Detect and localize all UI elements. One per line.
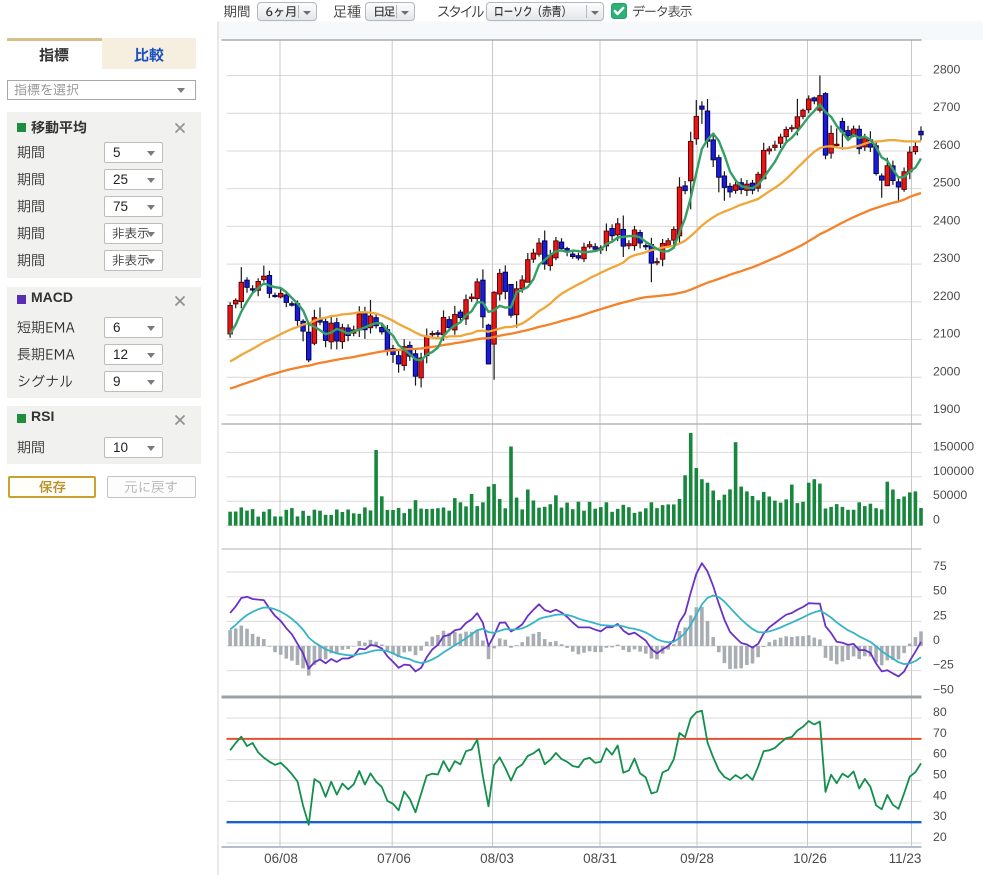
svg-text:−25: −25 <box>933 658 954 672</box>
svg-text:06/08: 06/08 <box>264 851 298 866</box>
svg-text:70: 70 <box>933 726 947 740</box>
svg-text:50: 50 <box>933 584 947 598</box>
svg-text:08/03: 08/03 <box>480 851 514 866</box>
svg-text:2800: 2800 <box>933 63 961 77</box>
svg-text:0: 0 <box>933 513 940 527</box>
svg-text:60: 60 <box>933 747 947 761</box>
svg-text:10/26: 10/26 <box>793 851 827 866</box>
svg-text:30: 30 <box>933 809 947 823</box>
svg-text:2700: 2700 <box>933 100 961 114</box>
svg-text:09/28: 09/28 <box>680 851 714 866</box>
svg-text:2500: 2500 <box>933 176 961 190</box>
svg-text:2400: 2400 <box>933 213 961 227</box>
svg-text:2200: 2200 <box>933 289 961 303</box>
svg-text:−50: −50 <box>933 682 954 696</box>
svg-text:40: 40 <box>933 788 947 802</box>
svg-text:25: 25 <box>933 608 947 622</box>
svg-text:08/31: 08/31 <box>583 851 617 866</box>
svg-text:75: 75 <box>933 559 947 573</box>
svg-text:50: 50 <box>933 768 947 782</box>
svg-text:100000: 100000 <box>933 464 974 478</box>
svg-text:150000: 150000 <box>933 439 974 453</box>
svg-text:0: 0 <box>933 633 940 647</box>
svg-text:07/06: 07/06 <box>377 851 411 866</box>
svg-text:50000: 50000 <box>933 488 967 502</box>
svg-text:11/23: 11/23 <box>889 851 922 866</box>
svg-text:2000: 2000 <box>933 364 961 378</box>
svg-text:2300: 2300 <box>933 251 961 265</box>
svg-text:2100: 2100 <box>933 327 961 341</box>
svg-text:2600: 2600 <box>933 138 961 152</box>
svg-text:1900: 1900 <box>933 402 961 416</box>
svg-text:80: 80 <box>933 705 947 719</box>
svg-text:20: 20 <box>933 830 947 844</box>
